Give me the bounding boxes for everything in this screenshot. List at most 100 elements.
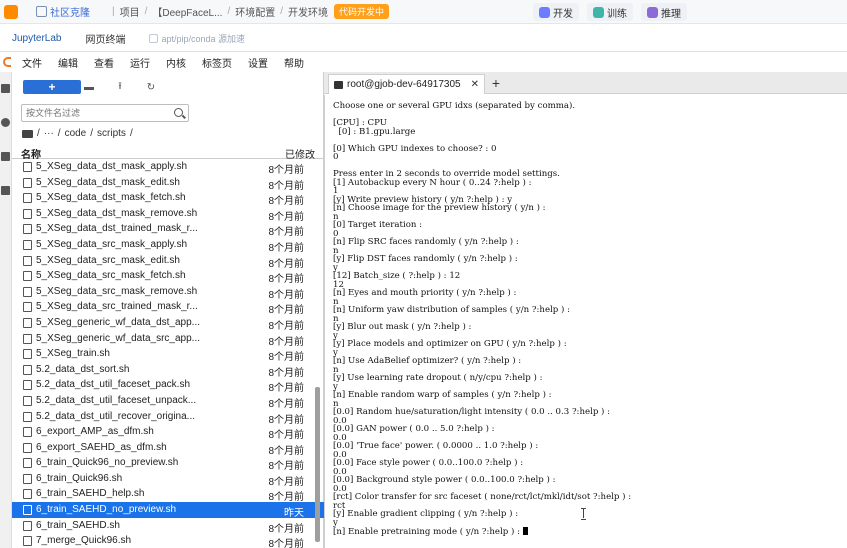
- file-row[interactable]: 6_export_SAEHD_as_dfm.sh 8个月前: [12, 440, 324, 457]
- file-icon: [23, 489, 32, 500]
- menu-help[interactable]: 帮助: [276, 55, 312, 70]
- file-name: 5.2_data_dst_util_faceset_pack.sh: [36, 379, 190, 391]
- file-name: 5.2_data_dst_sort.sh: [36, 363, 130, 375]
- terminal-line: [0] Target iteration :: [333, 221, 631, 230]
- mode-tab-inference[interactable]: 推理: [641, 3, 687, 21]
- running-icon[interactable]: [1, 118, 10, 127]
- root-folder-icon[interactable]: [22, 129, 33, 138]
- inference-icon: [647, 6, 658, 18]
- file-row[interactable]: 5_XSeg_train.sh 8个月前: [12, 346, 324, 363]
- file-row[interactable]: 6_train_SAEHD.sh 8个月前: [12, 518, 324, 535]
- file-name: 5_XSeg_data_dst_mask_remove.sh: [36, 207, 198, 219]
- tab-pip-mirror[interactable]: apt/pip/conda 源加速: [137, 25, 257, 52]
- new-folder-icon[interactable]: ▬: [81, 80, 97, 94]
- file-icon: [23, 239, 32, 250]
- file-icon: [23, 458, 32, 469]
- path-segment[interactable]: code: [65, 128, 87, 139]
- file-name: 5_XSeg_data_dst_trained_mask_r...: [36, 223, 198, 235]
- terminal-line-text: [0.0] Background style power ( 0.0..100.…: [333, 475, 556, 485]
- terminal-tab-title: root@gjob-dev-64917305: [347, 79, 461, 90]
- file-row[interactable]: 6_train_SAEHD_no_preview.sh 昨天: [12, 502, 324, 519]
- breadcrumb-item-projects[interactable]: 项目: [120, 4, 140, 19]
- file-row[interactable]: 5_XSeg_data_dst_mask_apply.sh 8个月前: [12, 159, 324, 176]
- text-cursor-icon: [581, 508, 586, 520]
- menu-edit[interactable]: 编辑: [50, 55, 86, 70]
- file-icon: [23, 364, 32, 375]
- file-icon: [23, 505, 32, 516]
- breadcrumb-item-env-config[interactable]: 环境配置: [235, 4, 275, 19]
- tab-web-terminal[interactable]: 网页终端: [73, 25, 137, 52]
- train-icon: [593, 6, 604, 18]
- file-row[interactable]: 5.2_data_dst_sort.sh 8个月前: [12, 362, 324, 379]
- menu-file[interactable]: 文件: [14, 55, 50, 70]
- file-row[interactable]: 5_XSeg_data_src_mask_fetch.sh 8个月前: [12, 268, 324, 285]
- terminal-line-text: [12] Batch_size ( ?:help ) : 12: [333, 271, 461, 281]
- path-segment[interactable]: ···: [44, 128, 54, 139]
- terminal-line: [0.0] GAN power ( 0.0 .. 5.0 ?:help ) :: [333, 425, 631, 434]
- menu-settings[interactable]: 设置: [240, 55, 276, 70]
- search-icon: [174, 108, 183, 117]
- menu-view[interactable]: 查看: [86, 55, 122, 70]
- path-separator: /: [90, 128, 94, 139]
- terminal-icon: [334, 80, 343, 89]
- menu-kernel[interactable]: 内核: [158, 55, 194, 70]
- file-row[interactable]: 6_export_AMP_as_dfm.sh 8个月前: [12, 424, 324, 441]
- file-icon: [23, 224, 32, 235]
- terminal-line-text: [y] Blur out mask ( y/n ?:help ) :: [333, 322, 472, 332]
- platform-topbar: 社区克隆 | 项目 / 【DeepFaceL... / 环境配置 / 开发环境 …: [0, 0, 847, 24]
- commands-icon[interactable]: [1, 152, 10, 161]
- file-row[interactable]: 6_train_Quick96_no_preview.sh 8个月前: [12, 455, 324, 472]
- terminal-line: [y] Enable gradient clipping ( y/n ?:hel…: [333, 510, 631, 519]
- breadcrumb: 社区克隆 | 项目 / 【DeepFaceL... / 环境配置 / 开发环境 …: [36, 4, 390, 19]
- terminal-tab[interactable]: root@gjob-dev-64917305 ✕: [328, 74, 485, 94]
- terminal-cursor: [522, 527, 528, 535]
- file-row[interactable]: 5_XSeg_data_src_mask_edit.sh 8个月前: [12, 253, 324, 270]
- file-row[interactable]: 5.2_data_dst_util_faceset_unpack... 8个月前: [12, 393, 324, 410]
- breadcrumb-item-community[interactable]: 社区克隆: [50, 4, 90, 19]
- refresh-icon[interactable]: ↻: [143, 80, 159, 94]
- file-list-header: 名称 已修改: [12, 145, 324, 161]
- file-name: 6_train_SAEHD_help.sh: [36, 488, 145, 500]
- path-breadcrumb: / ··· / code / scripts /: [22, 128, 133, 139]
- upload-icon[interactable]: ⭱: [112, 80, 128, 94]
- file-row[interactable]: 5_XSeg_data_dst_mask_edit.sh 8个月前: [12, 175, 324, 192]
- mode-tab-develop[interactable]: 开发: [533, 3, 579, 21]
- file-name: 5_XSeg_data_src_mask_edit.sh: [36, 254, 180, 266]
- scrollbar-thumb[interactable]: [315, 387, 320, 542]
- file-row[interactable]: 5_XSeg_data_dst_mask_remove.sh 8个月前: [12, 206, 324, 223]
- file-list-scrollbar[interactable]: [314, 159, 321, 548]
- file-row[interactable]: 5_XSeg_data_src_trained_mask_r... 8个月前: [12, 299, 324, 316]
- path-segment[interactable]: scripts: [97, 128, 126, 139]
- file-row[interactable]: 6_train_SAEHD_help.sh 8个月前: [12, 486, 324, 503]
- file-row[interactable]: 5.2_data_dst_util_recover_origina... 8个月前: [12, 409, 324, 426]
- file-row[interactable]: 5_XSeg_data_src_mask_apply.sh 8个月前: [12, 237, 324, 254]
- close-icon[interactable]: ✕: [471, 79, 479, 90]
- file-row[interactable]: 7_merge_Quick96.sh 8个月前: [12, 533, 324, 548]
- file-row[interactable]: 5.2_data_dst_util_faceset_pack.sh 8个月前: [12, 377, 324, 394]
- file-row[interactable]: 6_train_Quick96.sh 8个月前: [12, 471, 324, 488]
- path-segment[interactable]: /: [37, 128, 40, 139]
- new-launcher-button[interactable]: +: [23, 80, 81, 94]
- mode-tab-label: 推理: [661, 8, 681, 20]
- terminal-line-text: 0: [333, 152, 339, 162]
- file-row[interactable]: 5_XSeg_generic_wf_data_dst_app... 8个月前: [12, 315, 324, 332]
- file-row[interactable]: 5_XSeg_data_dst_mask_fetch.sh 8个月前: [12, 190, 324, 207]
- extension-icon[interactable]: [1, 186, 10, 195]
- file-row[interactable]: 5_XSeg_data_dst_trained_mask_r... 8个月前: [12, 221, 324, 238]
- terminal-output[interactable]: Choose one or several GPU idxs (separate…: [324, 95, 847, 548]
- tab-jupyterlab[interactable]: JupyterLab: [0, 25, 73, 52]
- menu-run[interactable]: 运行: [122, 55, 158, 70]
- breadcrumb-item-project[interactable]: 【DeepFaceL...: [152, 4, 222, 19]
- menu-tabs[interactable]: 标签页: [194, 55, 240, 70]
- mode-tab-train[interactable]: 训练: [587, 3, 633, 21]
- folder-icon[interactable]: [1, 84, 10, 93]
- platform-logo-icon[interactable]: [0, 0, 22, 24]
- file-name: 5_XSeg_train.sh: [36, 348, 110, 360]
- file-row[interactable]: 5_XSeg_data_src_mask_remove.sh 8个月前: [12, 284, 324, 301]
- add-tab-button[interactable]: +: [488, 75, 504, 91]
- file-row[interactable]: 5_XSeg_generic_wf_data_src_app... 8个月前: [12, 331, 324, 348]
- file-browser-toolbar: + ▬ ⭱ ↻: [12, 77, 324, 97]
- jupyter-logo-icon: [0, 53, 14, 71]
- file-icon: [23, 162, 32, 172]
- filter-input[interactable]: [26, 108, 166, 118]
